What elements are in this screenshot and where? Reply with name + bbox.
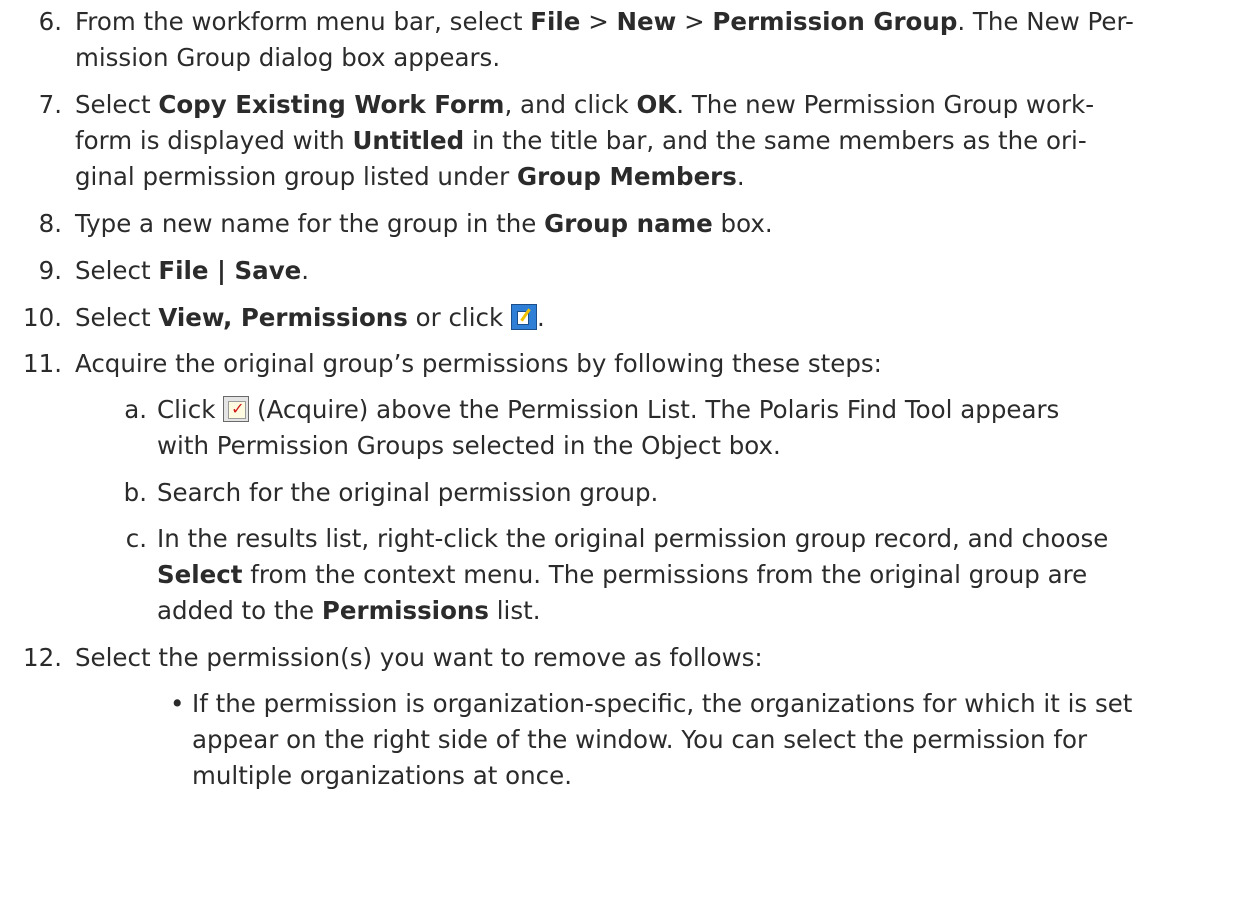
acquire-icon[interactable] xyxy=(223,396,250,422)
text-line: added to the Permissions list. xyxy=(157,596,541,625)
step-text: From the workform menu bar, select File … xyxy=(75,4,1240,76)
text-line: ginal permission group listed under Grou… xyxy=(75,162,745,191)
substep-text: Search for the original permission group… xyxy=(157,475,1242,511)
step-text: Acquire the original group’s permissions… xyxy=(75,346,1240,382)
substep-text: In the results list, right-click the ori… xyxy=(157,521,1242,629)
step-text: Select the permission(s) you want to rem… xyxy=(75,640,1240,676)
text-line: Type a new name for the group in the Gro… xyxy=(75,209,773,238)
step-number: 12. xyxy=(23,643,62,672)
text-line: multiple organizations at once. xyxy=(192,761,572,790)
permissions-icon[interactable] xyxy=(511,304,537,330)
text-line: with Permission Groups selected in the O… xyxy=(157,431,781,460)
text-line: From the workform menu bar, select File … xyxy=(75,7,1134,36)
text-line: Select the permission(s) you want to rem… xyxy=(75,643,763,672)
text-line: Search for the original permission group… xyxy=(157,478,659,507)
step-number: 10. xyxy=(23,303,62,332)
text-line: form is displayed with Untitled in the t… xyxy=(75,126,1087,155)
text-line: appear on the right side of the window. … xyxy=(192,725,1088,754)
step-number: 7. xyxy=(38,90,62,119)
text-line: Select Copy Existing Work Form, and clic… xyxy=(75,90,1095,119)
bullet-marker: • xyxy=(170,689,185,718)
text-line: Click (Acquire) above the Permission Lis… xyxy=(157,392,1242,428)
substep-letter: c. xyxy=(125,524,147,553)
step-text: Select Copy Existing Work Form, and clic… xyxy=(75,87,1240,195)
step-text: Type a new name for the group in the Gro… xyxy=(75,206,1240,242)
step-number: 9. xyxy=(38,256,62,285)
text-line: Select View, Permissions or click . xyxy=(75,303,545,332)
text-line: Acquire the original group’s permissions… xyxy=(75,349,882,378)
step-number: 11. xyxy=(23,349,62,378)
substep-letter: b. xyxy=(123,478,147,507)
text-line: Select File | Save. xyxy=(75,256,310,285)
text-line: mission Group dialog box appears. xyxy=(75,43,501,72)
step-text: Select View, Permissions or click . xyxy=(75,300,1240,336)
step-number: 8. xyxy=(38,209,62,238)
text-line: Select from the context menu. The permis… xyxy=(157,560,1088,589)
step-text: Select File | Save. xyxy=(75,253,1240,289)
substep-text: Click (Acquire) above the Permission Lis… xyxy=(157,392,1242,464)
bullet-text: If the permission is organization-specif… xyxy=(192,686,1242,794)
substep-letter: a. xyxy=(124,395,147,424)
text-line: If the permission is organization-specif… xyxy=(192,689,1133,718)
step-number: 6. xyxy=(38,7,62,36)
text-line: In the results list, right-click the ori… xyxy=(157,524,1109,553)
